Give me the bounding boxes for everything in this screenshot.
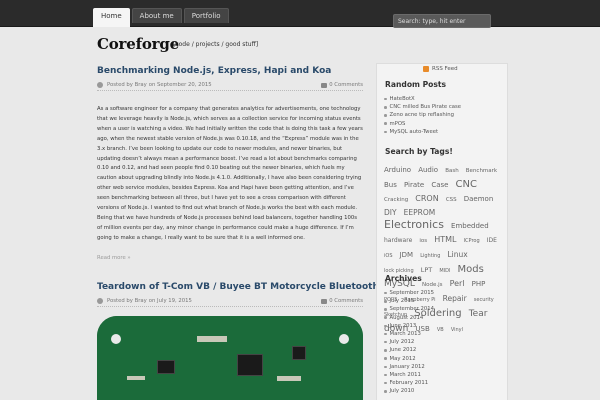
post-date: on September 20, 2015: [148, 82, 212, 88]
tab-home[interactable]: Home: [93, 8, 130, 27]
tag-link[interactable]: MIDI: [439, 268, 450, 274]
main-nav: Home About me Portfolio: [93, 8, 229, 27]
list-item[interactable]: January 2012: [384, 363, 502, 371]
site-tagline: [code / projects / good stuff]: [173, 41, 259, 48]
tag-link[interactable]: Embedded: [451, 222, 489, 230]
tag-link[interactable]: DIY: [384, 208, 397, 217]
list-item[interactable]: March 2011: [384, 371, 502, 379]
tag-link[interactable]: Linux: [448, 250, 468, 259]
read-more-link[interactable]: Read more »: [97, 255, 363, 261]
tag-link[interactable]: CRON: [415, 194, 438, 203]
tag-link[interactable]: CNC: [456, 179, 477, 190]
tags-heading: Search by Tags!: [385, 147, 453, 156]
pcb-photo: [97, 316, 363, 400]
tag-link[interactable]: Mods: [458, 264, 484, 275]
tag-link[interactable]: ios: [419, 238, 427, 244]
list-item[interactable]: mPOS: [384, 120, 502, 128]
comments-count: 0 Comments: [329, 298, 363, 304]
site-title[interactable]: Coreforge: [97, 35, 179, 53]
archives-heading: Archives: [385, 274, 422, 283]
list-item[interactable]: September 2015: [384, 289, 502, 297]
list-item[interactable]: June 2012: [384, 346, 502, 354]
post-title[interactable]: Benchmarking Node.js, Express, Hapi and …: [97, 66, 363, 76]
user-icon: [97, 298, 103, 304]
comment-icon: [321, 298, 328, 304]
rss-icon: [423, 66, 429, 72]
tag-link[interactable]: EEPROM: [404, 208, 436, 217]
post-title[interactable]: Teardown of T-Com VB / Buyee BT Motorcyc…: [97, 282, 379, 292]
tag-link[interactable]: JDM: [400, 251, 414, 259]
tag-link[interactable]: Case: [431, 181, 448, 189]
tag-link[interactable]: Arduino: [384, 166, 411, 174]
tag-link[interactable]: Pirate: [404, 181, 424, 189]
tag-link[interactable]: Bus: [384, 181, 397, 189]
random-posts-list: HateBotX CNC milled Bus Pirate case Zeno…: [384, 95, 502, 136]
list-item[interactable]: June 2013: [384, 322, 502, 330]
list-item[interactable]: February 2011: [384, 379, 502, 387]
list-item[interactable]: July 2012: [384, 338, 502, 346]
comments-link[interactable]: 0 Comments: [321, 82, 363, 88]
post-date: on July 19, 2015: [148, 298, 192, 304]
list-item[interactable]: March 2013: [384, 330, 502, 338]
tag-link[interactable]: Audio: [418, 166, 438, 174]
post-author: Posted by Bray: [107, 82, 147, 88]
tag-link[interactable]: lock picking: [384, 268, 414, 274]
comments-link[interactable]: 0 Comments: [321, 298, 363, 304]
post: Benchmarking Node.js, Express, Hapi and …: [97, 66, 363, 261]
tag-link[interactable]: iOS: [384, 253, 393, 259]
list-item[interactable]: September 2014: [384, 305, 502, 313]
tag-link[interactable]: Node.js: [422, 282, 443, 288]
comments-count: 0 Comments: [329, 82, 363, 88]
post-excerpt: As a software engineer for a company tha…: [97, 106, 363, 241]
list-item[interactable]: CNC milled Bus Pirate case: [384, 103, 502, 111]
post-author: Posted by Bray: [107, 298, 147, 304]
post-meta: Posted by Bray on July 19, 2015 0 Commen…: [97, 298, 363, 307]
user-icon: [97, 82, 103, 88]
tag-link[interactable]: hardware: [384, 237, 412, 244]
list-item[interactable]: Zeno acne tip reflashing: [384, 111, 502, 119]
tag-link[interactable]: Benchmark: [466, 168, 497, 174]
post: Teardown of T-Com VB / Buyee BT Motorcyc…: [97, 282, 379, 307]
list-item[interactable]: MySQL auto-Tweet: [384, 128, 502, 136]
tag-link[interactable]: Cracking: [384, 197, 408, 203]
comment-icon: [321, 82, 328, 88]
rss-label: RSS Feed: [432, 66, 458, 72]
tag-link[interactable]: PHP: [472, 280, 486, 288]
top-bar: Home About me Portfolio: [0, 0, 600, 28]
tag-link[interactable]: Electronics: [384, 218, 444, 231]
tag-link[interactable]: HTML: [434, 235, 456, 244]
archives-list: September 2015 July 2015 September 2014 …: [384, 289, 502, 395]
list-item[interactable]: July 2010: [384, 387, 502, 395]
tab-about-me[interactable]: About me: [131, 8, 182, 23]
tag-link[interactable]: ICProg: [464, 238, 480, 244]
tag-link[interactable]: Lighting: [420, 253, 440, 259]
tab-portfolio[interactable]: Portfolio: [183, 8, 229, 23]
random-posts-heading: Random Posts: [385, 80, 447, 89]
tag-link[interactable]: Daemon: [464, 195, 494, 203]
tag-link[interactable]: LPT: [421, 266, 433, 274]
list-item[interactable]: May 2012: [384, 355, 502, 363]
tag-link[interactable]: IDE: [487, 237, 497, 244]
tag-link[interactable]: Bash: [445, 168, 459, 174]
post-meta: Posted by Bray on September 20, 2015 0 C…: [97, 82, 363, 91]
search-input[interactable]: [393, 14, 491, 28]
list-item[interactable]: July 2015: [384, 297, 502, 305]
list-item[interactable]: HateBotX: [384, 95, 502, 103]
tag-link[interactable]: Perl: [450, 279, 465, 288]
tag-link[interactable]: CSS: [446, 197, 457, 203]
rss-feed-link[interactable]: RSS Feed: [423, 64, 458, 74]
list-item[interactable]: August 2014: [384, 314, 502, 322]
